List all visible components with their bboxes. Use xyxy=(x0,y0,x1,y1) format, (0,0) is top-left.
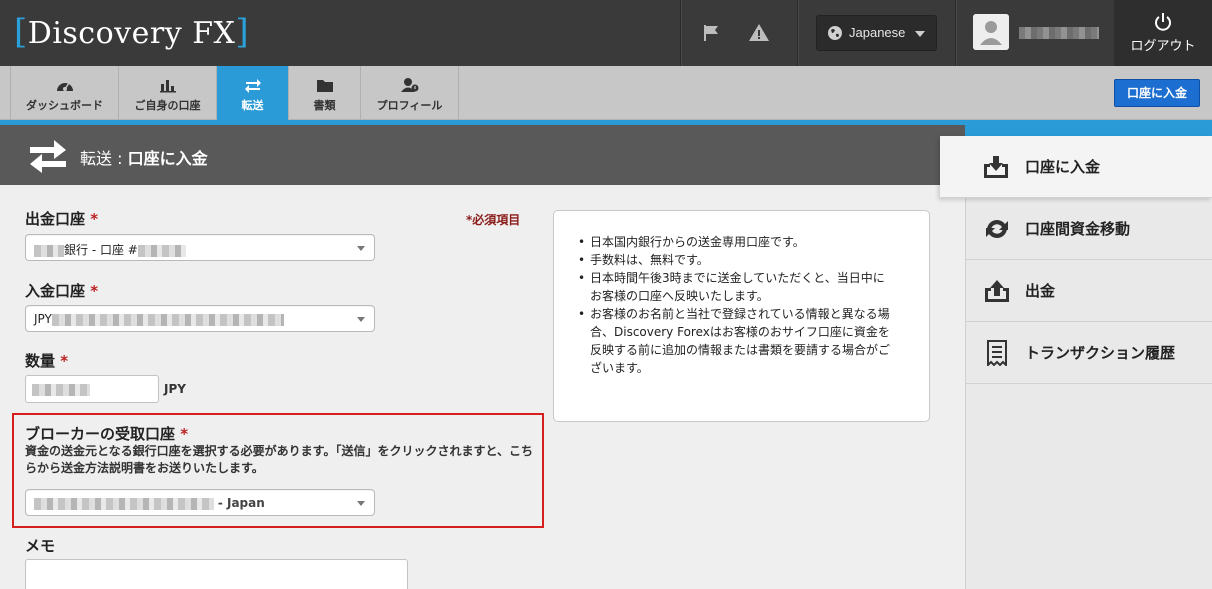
tab-dashboard[interactable]: ダッシュボード xyxy=(10,66,119,120)
logo-bracket-right: ] xyxy=(235,12,250,52)
broker-account-value: - Japan xyxy=(217,496,265,510)
deposit-button[interactable]: 口座に入金 xyxy=(1114,79,1200,107)
tab-label: プロフィール xyxy=(376,99,443,112)
folder-icon xyxy=(316,80,333,92)
tab-label: 書類 xyxy=(313,99,336,112)
side-item-withdraw[interactable]: 出金 xyxy=(965,260,1212,322)
to-account-label: 入金口座 * xyxy=(25,282,99,300)
transfer-icon xyxy=(30,140,66,173)
side-item-label: トランザクション履歴 xyxy=(1025,344,1176,362)
side-menu-accent xyxy=(965,125,1212,136)
tab-label: 転送 xyxy=(241,99,264,112)
logo[interactable]: [Discovery FX] xyxy=(14,12,249,52)
side-item-label: 出金 xyxy=(1025,282,1056,300)
profile-icon xyxy=(400,78,418,92)
required-note: *必須項目 xyxy=(466,213,521,227)
redacted-text xyxy=(51,313,284,326)
language-select[interactable]: Japanese xyxy=(816,15,937,51)
tab-label: ダッシュボード xyxy=(26,99,103,112)
tab-profile[interactable]: プロフィール xyxy=(361,66,459,120)
logo-bracket-left: [ xyxy=(14,12,28,52)
user-menu[interactable] xyxy=(956,0,1114,66)
chevron-down-icon xyxy=(357,317,365,322)
redacted-text xyxy=(34,244,64,257)
flag-icon[interactable] xyxy=(701,22,723,44)
side-item-label: 口座に入金 xyxy=(1025,158,1101,176)
amount-unit: JPY xyxy=(164,382,186,396)
transfer-icon xyxy=(244,79,261,93)
broker-account-label: ブローカーの受取口座 * xyxy=(25,425,189,443)
tab-documents[interactable]: 書類 xyxy=(289,66,361,120)
user-name-redacted xyxy=(1019,27,1099,39)
history-icon xyxy=(987,340,1007,366)
info-list: 日本国内銀行からの送金専用口座です。 手数料は、無料です。 日本時間午後3時まで… xyxy=(578,233,890,377)
page-heading: 転送 : 口座に入金 xyxy=(0,125,965,185)
info-item: お客様のお名前と当社で登録されている情報と異なる場合、Discovery For… xyxy=(578,305,890,377)
withdraw-icon xyxy=(985,280,1009,302)
info-item: 日本国内銀行からの送金専用口座です。 xyxy=(578,233,890,251)
warning-icon[interactable] xyxy=(748,22,770,44)
logout-button[interactable]: ログアウト xyxy=(1114,0,1212,66)
tab-label: ご自身の口座 xyxy=(134,99,201,112)
page-title-prefix: 転送 : xyxy=(80,149,128,168)
page-title-main: 口座に入金 xyxy=(127,149,208,168)
main-nav: ダッシュボード ご自身の口座 転送 書類 プロフィール xyxy=(0,66,1212,129)
avatar xyxy=(973,14,1009,50)
to-account-value: JPY xyxy=(34,312,52,326)
power-icon xyxy=(1155,13,1171,31)
logo-text: Discovery FX xyxy=(27,16,236,51)
side-item-history[interactable]: トランザクション履歴 xyxy=(965,322,1212,384)
redacted-text xyxy=(34,497,214,510)
globe-icon xyxy=(828,26,842,40)
amount-input[interactable] xyxy=(25,375,159,403)
chevron-down-icon xyxy=(357,246,365,251)
tab-accounts[interactable]: ご自身の口座 xyxy=(119,66,217,120)
redacted-text xyxy=(32,384,90,396)
broker-account-select[interactable]: - Japan xyxy=(25,489,375,516)
info-item: 日本時間午後3時までに送金していただくと、当日中にお客様の口座へ反映いたします。 xyxy=(578,269,890,305)
memo-label: メモ xyxy=(25,537,56,555)
to-account-select[interactable]: JPY xyxy=(25,305,375,332)
info-box: 日本国内銀行からの送金専用口座です。 手数料は、無料です。 日本時間午後3時まで… xyxy=(553,210,930,422)
side-item-label: 口座間資金移動 xyxy=(1025,220,1131,238)
side-item-internal-transfer[interactable]: 口座間資金移動 xyxy=(965,198,1212,260)
chevron-down-icon xyxy=(357,501,365,506)
header-divider xyxy=(797,0,798,66)
redacted-text xyxy=(137,244,186,257)
broker-account-help: 資金の送金元となる銀行口座を選択する必要があります。「送信」をクリックされますと… xyxy=(25,444,533,475)
from-account-label: 出金口座 * xyxy=(25,210,99,228)
memo-textarea[interactable] xyxy=(25,559,408,589)
from-account-value: 銀行 - 口座 # xyxy=(64,243,138,257)
language-label: Japanese xyxy=(849,25,906,40)
page-title: 転送 : 口座に入金 xyxy=(80,145,208,169)
bar-chart-icon xyxy=(159,80,176,93)
top-header: [Discovery FX] Japanese ログアウト xyxy=(0,0,1212,66)
from-account-select[interactable]: 銀行 - 口座 # xyxy=(25,234,375,261)
internal-transfer-icon xyxy=(986,220,1008,238)
side-item-deposit[interactable]: 口座に入金 xyxy=(940,136,1212,198)
dashboard-icon xyxy=(56,82,73,91)
logout-label: ログアウト xyxy=(1130,39,1196,54)
info-item: 手数料は、無料です。 xyxy=(578,251,890,269)
header-divider xyxy=(680,0,681,66)
tab-transfer[interactable]: 転送 xyxy=(217,66,289,129)
deposit-icon xyxy=(984,156,1008,178)
chevron-down-icon xyxy=(915,31,925,37)
amount-label: 数量 * xyxy=(25,352,69,370)
